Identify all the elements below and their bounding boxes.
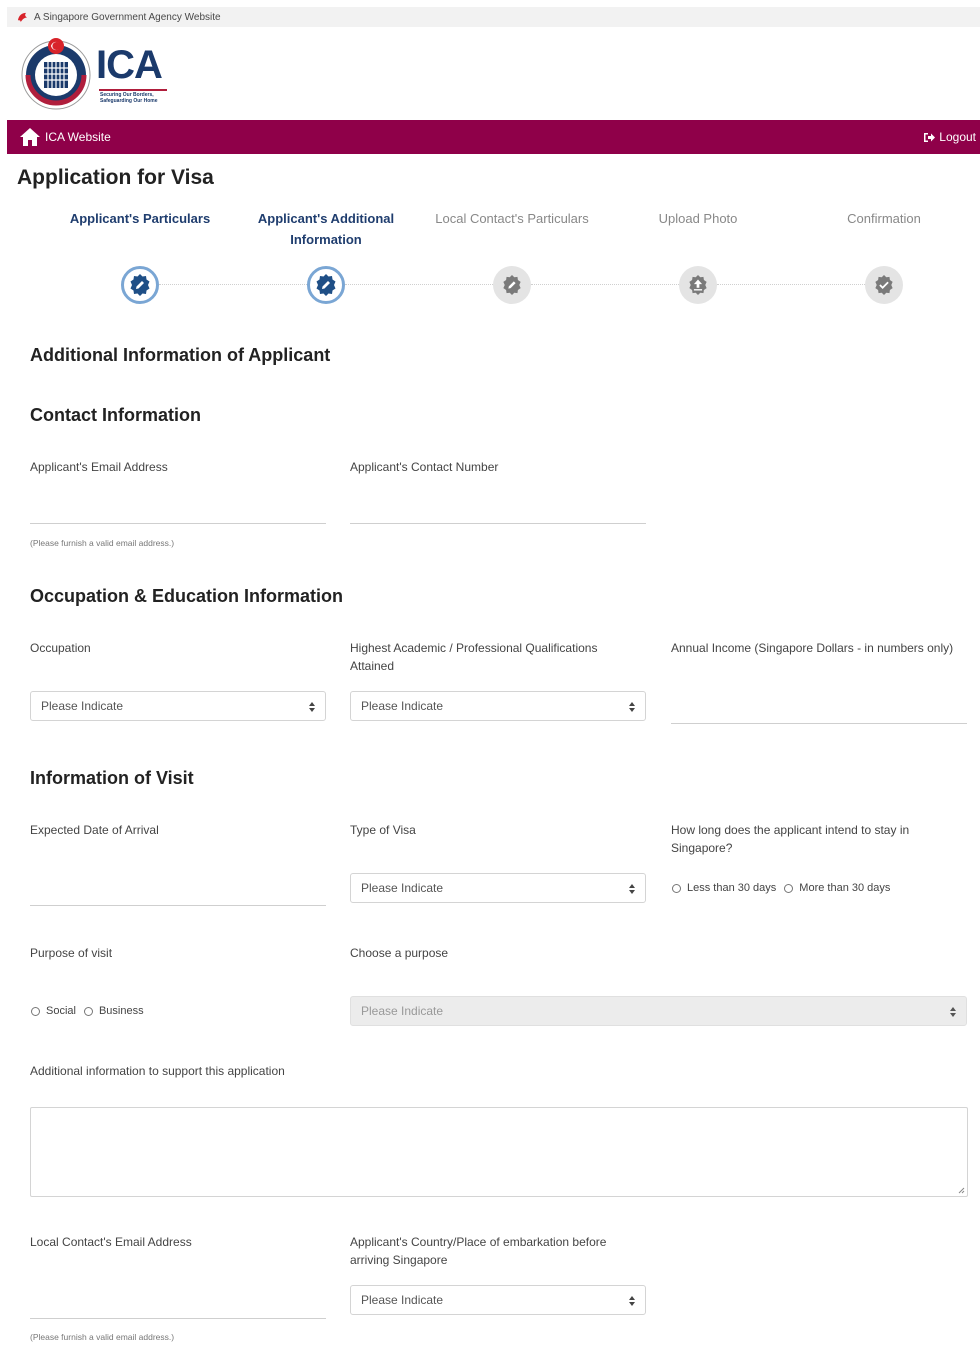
step-2-label[interactable]: Applicant's Additional Information (233, 208, 419, 250)
radio-button[interactable] (83, 1006, 93, 1016)
annual-income-label: Annual Income (Singapore Dollars - in nu… (671, 641, 954, 655)
step-connector (159, 284, 307, 285)
purpose-label: Purpose of visit (30, 946, 113, 960)
step-4-label: Upload Photo (658, 211, 738, 226)
logo-divider (99, 89, 167, 91)
top-navbar: ICA Website Logout (7, 120, 980, 154)
occupation-select[interactable]: Please Indicate (30, 691, 326, 721)
additional-info-textarea[interactable] (30, 1107, 968, 1197)
visa-type-select[interactable]: Please Indicate (350, 873, 646, 903)
step-connector (717, 284, 865, 285)
email-field[interactable] (30, 523, 326, 524)
step-4-circle (679, 266, 717, 304)
lion-head-icon (17, 12, 28, 22)
occupation-heading: Occupation & Education Information (30, 586, 344, 606)
select-arrows-icon (629, 884, 635, 894)
email-hint: (Please furnish a valid email address.) (30, 538, 175, 548)
stay-more-than-30-option[interactable]: More than 30 days (784, 882, 890, 894)
purpose-social-option[interactable]: Social (31, 1005, 76, 1017)
home-icon (20, 128, 40, 146)
step-1-label[interactable]: Applicant's Particulars (47, 208, 233, 229)
additional-info-label: Additional information to support this a… (30, 1064, 285, 1078)
arrival-date-label: Expected Date of Arrival (30, 823, 159, 837)
logout-label: Logout (939, 130, 976, 144)
step-connector (531, 284, 679, 285)
qualification-label: Highest Academic / Professional Qualific… (350, 641, 598, 673)
stay-less-than-30-option[interactable]: Less than 30 days (672, 882, 776, 894)
upload-badge-icon (689, 275, 707, 295)
edit-badge-icon (503, 275, 521, 295)
stay-duration-radio-group: Less than 30 days More than 30 days (672, 882, 898, 894)
embarkation-label: Applicant's Country/Place of embarkation… (350, 1235, 607, 1267)
arrival-date-field[interactable] (30, 905, 326, 906)
logout-link[interactable]: Logout (923, 130, 980, 144)
ica-website-link[interactable]: ICA Website (7, 127, 111, 147)
logo-wordmark: ICA (96, 43, 163, 87)
gov-banner: A Singapore Government Agency Website (7, 7, 980, 27)
step-2-circle[interactable] (307, 266, 345, 304)
step-3-circle (493, 266, 531, 304)
logo-tagline: Securing Our Borders, Safeguarding Our H… (100, 92, 158, 104)
local-contact-email-label: Local Contact's Email Address (30, 1235, 192, 1249)
select-arrows-icon (629, 702, 635, 712)
contact-number-field[interactable] (350, 523, 646, 524)
progress-stepper: Applicant's Particulars Applicant's Addi… (47, 208, 977, 308)
step-1-circle[interactable] (121, 266, 159, 304)
occupation-select-value: Please Indicate (41, 699, 124, 713)
step-connector (345, 284, 493, 285)
ica-website-label: ICA Website (45, 130, 111, 144)
radio-button[interactable] (672, 883, 681, 893)
qualification-select-value: Please Indicate (361, 699, 444, 713)
visa-type-select-value: Please Indicate (361, 881, 444, 895)
select-arrows-icon (950, 1007, 956, 1017)
local-contact-email-hint: (Please furnish a valid email address.) (30, 1332, 175, 1342)
step-5-circle (865, 266, 903, 304)
radio-button[interactable] (31, 1006, 40, 1016)
gov-banner-text: A Singapore Government Agency Website (34, 11, 221, 23)
embarkation-select-value: Please Indicate (361, 1293, 444, 1307)
sign-out-icon (924, 132, 936, 142)
check-badge-icon (875, 275, 893, 295)
additional-info-heading: Additional Information of Applicant (30, 345, 331, 365)
page-title: Application for Visa (17, 166, 214, 189)
choose-purpose-label: Choose a purpose (350, 946, 449, 960)
step-5-label: Confirmation (847, 211, 921, 226)
choose-purpose-select-value: Please Indicate (361, 1004, 444, 1018)
annual-income-field[interactable] (671, 723, 967, 724)
visa-type-label: Type of Visa (350, 823, 416, 837)
qualification-select[interactable]: Please Indicate (350, 691, 646, 721)
step-3-label: Local Contact's Particulars (435, 211, 589, 226)
contact-info-heading: Contact Information (30, 405, 201, 425)
select-arrows-icon (309, 702, 315, 712)
local-contact-email-field[interactable] (30, 1318, 326, 1319)
purpose-radio-group: Social Business (31, 1005, 152, 1017)
ica-logo[interactable]: ICA Securing Our Borders, Safeguarding O… (18, 35, 178, 113)
visit-heading: Information of Visit (30, 768, 194, 788)
embarkation-select[interactable]: Please Indicate (350, 1285, 646, 1315)
choose-purpose-select[interactable]: Please Indicate (350, 996, 967, 1026)
stay-duration-label: How long does the applicant intend to st… (671, 823, 910, 855)
ica-crest-icon (21, 38, 91, 110)
radio-button[interactable] (784, 883, 794, 893)
edit-badge-icon (130, 274, 150, 296)
purpose-business-option[interactable]: Business (83, 1005, 144, 1017)
select-arrows-icon (629, 1296, 635, 1306)
email-label: Applicant's Email Address (30, 460, 168, 474)
edit-badge-icon (316, 274, 336, 296)
contact-number-label: Applicant's Contact Number (350, 460, 499, 474)
resize-grip-icon[interactable] (958, 1187, 965, 1194)
occupation-label: Occupation (30, 641, 91, 655)
